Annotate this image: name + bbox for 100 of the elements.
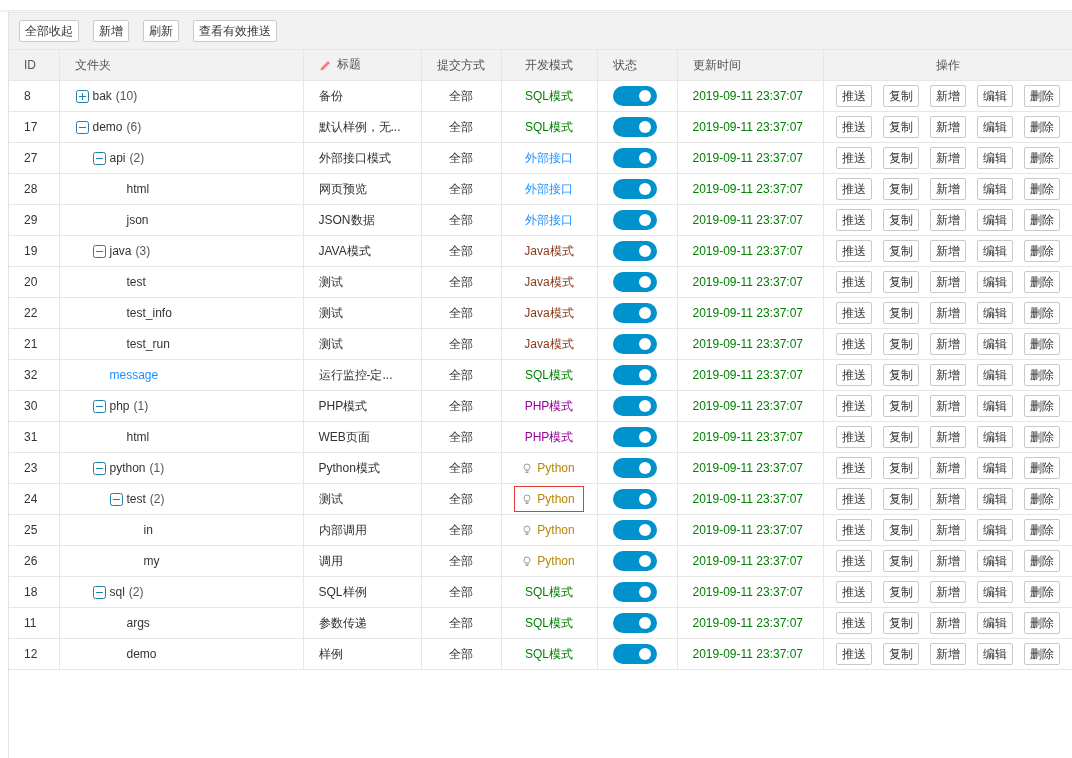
column-header[interactable]: ID bbox=[9, 50, 59, 81]
action-button[interactable]: 复制 bbox=[882, 271, 919, 293]
toggle-switch[interactable] bbox=[612, 551, 657, 571]
action-button[interactable]: 推送 bbox=[835, 271, 872, 293]
action-button[interactable]: 推送 bbox=[835, 178, 872, 200]
action-button[interactable]: 复制 bbox=[882, 178, 919, 200]
action-button[interactable]: 复制 bbox=[882, 302, 919, 324]
action-button[interactable]: 复制 bbox=[882, 333, 919, 355]
action-button[interactable]: 编辑 bbox=[976, 333, 1013, 355]
toggle-switch[interactable] bbox=[612, 210, 657, 230]
toggle-switch[interactable] bbox=[612, 582, 657, 602]
action-button[interactable]: 复制 bbox=[882, 488, 919, 510]
action-button[interactable]: 复制 bbox=[882, 426, 919, 448]
action-button[interactable]: 删除 bbox=[1023, 643, 1060, 665]
action-button[interactable]: 删除 bbox=[1023, 85, 1060, 107]
action-button[interactable]: 推送 bbox=[835, 209, 872, 231]
action-button[interactable]: 删除 bbox=[1023, 395, 1060, 417]
action-button[interactable]: 新增 bbox=[929, 302, 966, 324]
collapse-icon[interactable] bbox=[92, 151, 106, 165]
action-button[interactable]: 新增 bbox=[929, 240, 966, 262]
toggle-switch[interactable] bbox=[612, 179, 657, 199]
action-button[interactable]: 推送 bbox=[835, 147, 872, 169]
action-button[interactable]: 复制 bbox=[882, 116, 919, 138]
action-button[interactable]: 新增 bbox=[929, 147, 966, 169]
action-button[interactable]: 复制 bbox=[882, 457, 919, 479]
action-button[interactable]: 复制 bbox=[882, 364, 919, 386]
collapse-icon[interactable] bbox=[92, 585, 106, 599]
action-button[interactable]: 删除 bbox=[1023, 209, 1060, 231]
action-button[interactable]: 新增 bbox=[929, 581, 966, 603]
action-button[interactable]: 新增 bbox=[929, 178, 966, 200]
action-button[interactable]: 复制 bbox=[882, 643, 919, 665]
action-button[interactable]: 编辑 bbox=[976, 147, 1013, 169]
action-button[interactable]: 新增 bbox=[929, 116, 966, 138]
action-button[interactable]: 删除 bbox=[1023, 178, 1060, 200]
toggle-switch[interactable] bbox=[612, 334, 657, 354]
action-button[interactable]: 推送 bbox=[835, 85, 872, 107]
action-button[interactable]: 新增 bbox=[929, 426, 966, 448]
toggle-switch[interactable] bbox=[612, 644, 657, 664]
action-button[interactable]: 推送 bbox=[835, 457, 872, 479]
action-button[interactable]: 编辑 bbox=[976, 643, 1013, 665]
action-button[interactable]: 推送 bbox=[835, 302, 872, 324]
action-button[interactable]: 编辑 bbox=[976, 426, 1013, 448]
action-button[interactable]: 删除 bbox=[1023, 519, 1060, 541]
action-button[interactable]: 删除 bbox=[1023, 426, 1060, 448]
column-header[interactable]: 文件夹 bbox=[59, 50, 303, 81]
action-button[interactable]: 复制 bbox=[882, 395, 919, 417]
collapse-icon[interactable] bbox=[92, 461, 106, 475]
action-button[interactable]: 新增 bbox=[929, 612, 966, 634]
toggle-switch[interactable] bbox=[612, 117, 657, 137]
column-header[interactable]: 开发模式 bbox=[501, 50, 597, 81]
action-button[interactable]: 删除 bbox=[1023, 581, 1060, 603]
action-button[interactable]: 复制 bbox=[882, 581, 919, 603]
action-button[interactable]: 删除 bbox=[1023, 488, 1060, 510]
action-button[interactable]: 新增 bbox=[929, 519, 966, 541]
action-button[interactable]: 新增 bbox=[929, 85, 966, 107]
action-button[interactable]: 编辑 bbox=[976, 519, 1013, 541]
toggle-switch[interactable] bbox=[612, 489, 657, 509]
action-button[interactable]: 新增 bbox=[929, 271, 966, 293]
action-button[interactable]: 删除 bbox=[1023, 147, 1060, 169]
action-button[interactable]: 复制 bbox=[882, 550, 919, 572]
action-button[interactable]: 编辑 bbox=[976, 457, 1013, 479]
action-button[interactable]: 推送 bbox=[835, 116, 872, 138]
action-button[interactable]: 推送 bbox=[835, 612, 872, 634]
action-button[interactable]: 新增 bbox=[929, 643, 966, 665]
toolbar-button[interactable]: 查看有效推送 bbox=[193, 20, 277, 42]
action-button[interactable]: 新增 bbox=[929, 209, 966, 231]
action-button[interactable]: 推送 bbox=[835, 581, 872, 603]
action-button[interactable]: 编辑 bbox=[976, 116, 1013, 138]
action-button[interactable]: 删除 bbox=[1023, 550, 1060, 572]
action-button[interactable]: 推送 bbox=[835, 488, 872, 510]
toolbar-button[interactable]: 全部收起 bbox=[19, 20, 79, 42]
action-button[interactable]: 新增 bbox=[929, 364, 966, 386]
toggle-switch[interactable] bbox=[612, 520, 657, 540]
collapse-icon[interactable] bbox=[109, 492, 123, 506]
action-button[interactable]: 推送 bbox=[835, 519, 872, 541]
toggle-switch[interactable] bbox=[612, 86, 657, 106]
action-button[interactable]: 新增 bbox=[929, 550, 966, 572]
action-button[interactable]: 删除 bbox=[1023, 364, 1060, 386]
collapse-icon[interactable] bbox=[92, 244, 106, 258]
action-button[interactable]: 删除 bbox=[1023, 333, 1060, 355]
action-button[interactable]: 新增 bbox=[929, 333, 966, 355]
action-button[interactable]: 删除 bbox=[1023, 612, 1060, 634]
toolbar-button[interactable]: 刷新 bbox=[143, 20, 179, 42]
action-button[interactable]: 新增 bbox=[929, 457, 966, 479]
action-button[interactable]: 编辑 bbox=[976, 271, 1013, 293]
toggle-switch[interactable] bbox=[612, 272, 657, 292]
action-button[interactable]: 编辑 bbox=[976, 612, 1013, 634]
action-button[interactable]: 编辑 bbox=[976, 364, 1013, 386]
expand-icon[interactable] bbox=[75, 89, 89, 103]
action-button[interactable]: 删除 bbox=[1023, 240, 1060, 262]
toggle-switch[interactable] bbox=[612, 303, 657, 323]
action-button[interactable]: 编辑 bbox=[976, 85, 1013, 107]
toggle-switch[interactable] bbox=[612, 241, 657, 261]
action-button[interactable]: 复制 bbox=[882, 612, 919, 634]
action-button[interactable]: 推送 bbox=[835, 426, 872, 448]
action-button[interactable]: 编辑 bbox=[976, 178, 1013, 200]
collapse-icon[interactable] bbox=[75, 120, 89, 134]
action-button[interactable]: 推送 bbox=[835, 550, 872, 572]
column-header[interactable]: 标题 bbox=[303, 50, 421, 81]
action-button[interactable]: 编辑 bbox=[976, 488, 1013, 510]
